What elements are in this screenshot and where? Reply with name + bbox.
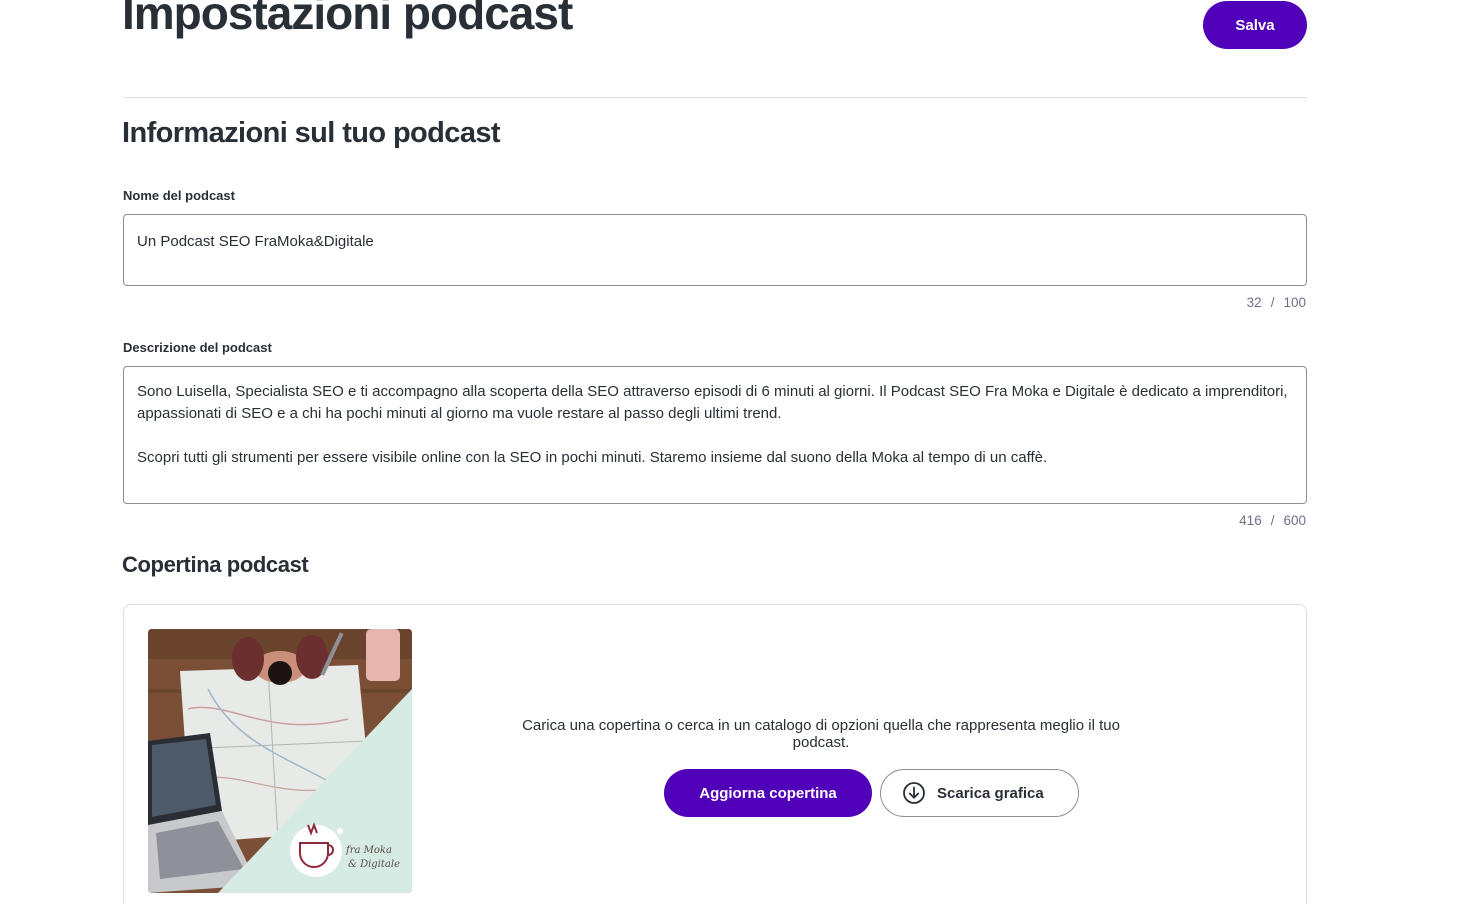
podcast-name-counter: 32 / 100 <box>1247 295 1306 310</box>
download-graphic-label: Scarica grafica <box>937 784 1044 802</box>
podcast-description-label: Descrizione del podcast <box>123 340 272 355</box>
download-circle-icon <box>902 781 926 805</box>
cover-section-title: Copertina podcast <box>122 552 309 577</box>
download-graphic-button[interactable]: Scarica grafica <box>880 769 1079 817</box>
podcast-description-textarea[interactable]: Sono Luisella, Specialista SEO e ti acco… <box>123 366 1307 504</box>
podcast-name-value: Un Podcast SEO FraMoka&Digitale <box>137 233 374 250</box>
logo-text-line-1: fra Moka <box>345 845 392 856</box>
podcast-cover-image: fra Moka & Digitale <box>148 629 412 893</box>
logo-text-line-2: & Digitale <box>348 859 400 870</box>
description-paragraph-1: Sono Luisella, Specialista SEO e ti acco… <box>137 383 1288 422</box>
podcast-name-count: 32 <box>1246 295 1262 310</box>
cover-description: Carica una copertina o cerca in un catal… <box>522 717 1120 751</box>
counter-separator: / <box>1270 513 1275 528</box>
page-title: Impostazioni podcast <box>122 0 573 39</box>
update-cover-button[interactable]: Aggiorna copertina <box>664 769 872 817</box>
podcast-description-count: 416 <box>1239 513 1262 528</box>
description-paragraph-2: Scopri tutti gli strumenti per essere vi… <box>137 449 1048 466</box>
header-divider <box>123 97 1307 98</box>
info-section-title: Informazioni sul tuo podcast <box>122 117 501 149</box>
podcast-settings-page: Impostazioni podcast Salva Informazioni … <box>0 0 1476 904</box>
counter-separator: / <box>1270 295 1275 310</box>
podcast-name-input[interactable]: Un Podcast SEO FraMoka&Digitale <box>123 214 1307 286</box>
save-button[interactable]: Salva <box>1203 1 1307 49</box>
podcast-name-max: 100 <box>1283 295 1306 310</box>
podcast-description-max: 600 <box>1283 513 1306 528</box>
cover-card: fra Moka & Digitale Carica una copertina… <box>123 604 1307 904</box>
podcast-name-label: Nome del podcast <box>123 188 235 203</box>
podcast-description-counter: 416 / 600 <box>1239 513 1306 528</box>
